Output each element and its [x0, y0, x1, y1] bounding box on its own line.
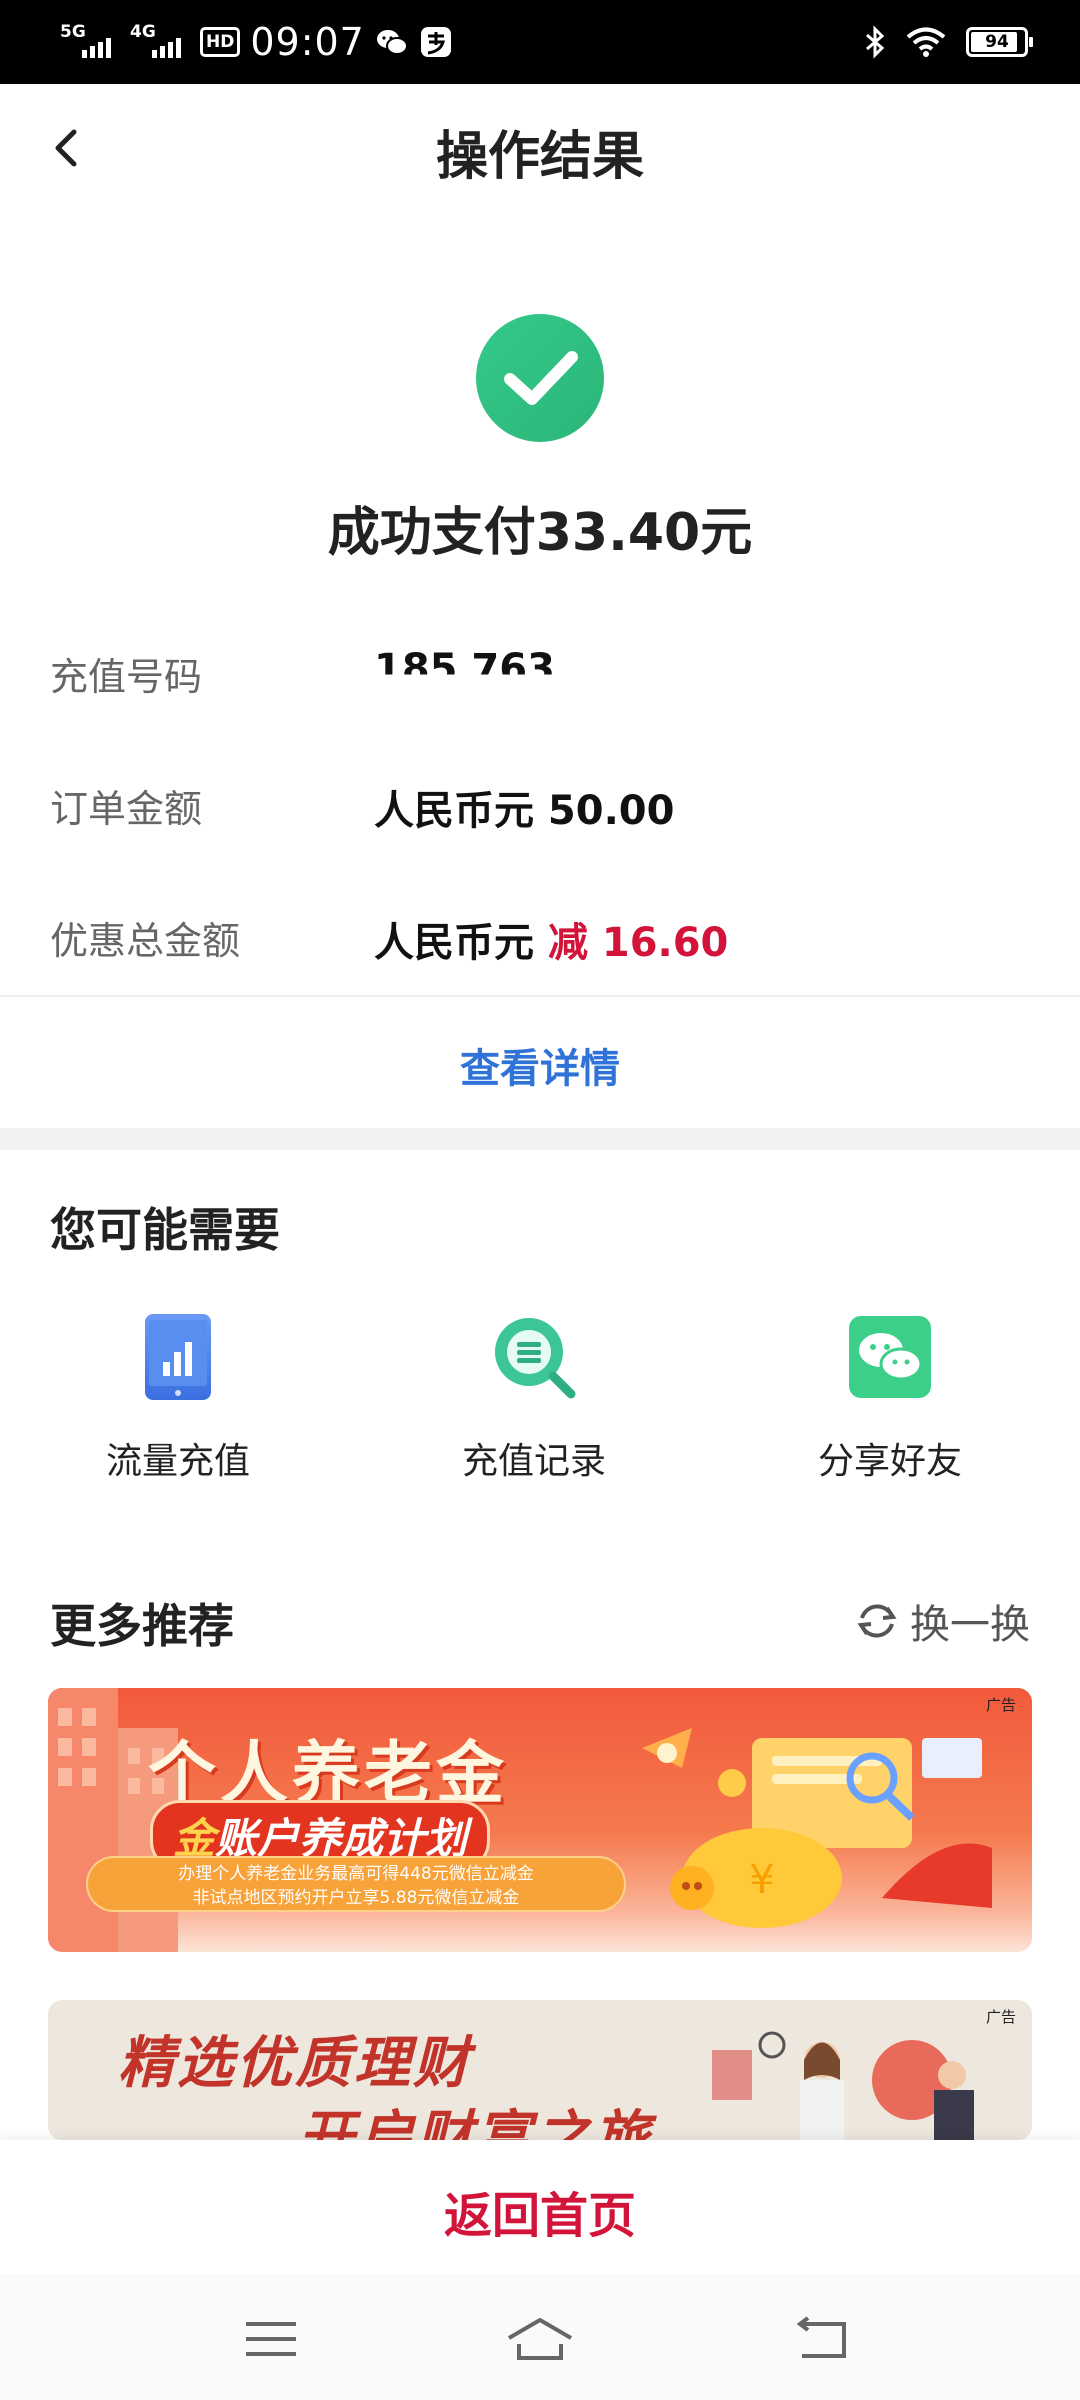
shortcut-share-friend[interactable]: 分享好友 — [760, 1300, 1020, 1490]
phone-data-icon — [145, 1314, 211, 1400]
status-time: 09:07 — [250, 20, 365, 64]
promo-line: 办理个人养老金业务最高可得448元微信立减金 — [178, 1864, 534, 1884]
status-bar: 5G 4G HD 09:07 94 — [0, 0, 1080, 84]
refresh-label: 换一换 — [910, 1602, 1030, 1648]
record-search-icon — [495, 1318, 576, 1399]
payment-success-message: 成功支付33.40元 — [327, 503, 753, 563]
signal-5g-icon: 5G — [60, 20, 120, 64]
piggy-bank-illustration: ¥ — [642, 1728, 992, 1928]
return-home-label: 返回首页 — [443, 2188, 636, 2244]
refresh-button[interactable]: 换一换 — [854, 1592, 1030, 1650]
banner-title: 精选优质理财 — [118, 2031, 472, 2096]
business-people-illustration — [712, 2031, 974, 2140]
menu-icon[interactable] — [236, 2314, 306, 2364]
hd-voice-icon: HD — [200, 27, 241, 57]
section-title-recommend: 更多推荐 — [50, 1599, 234, 1653]
info-row-phone: 充值号码 185 763 — [0, 628, 1080, 708]
discount-highlight: 减 16.60 — [547, 920, 729, 966]
section-title-suggestions: 您可能需要 — [50, 1203, 280, 1257]
back-nav-icon[interactable] — [788, 2314, 858, 2364]
shortcut-topup-history[interactable]: 充值记录 — [404, 1300, 664, 1490]
info-row-order-amount: 订单金额 人民币元 50.00 — [0, 760, 1080, 840]
divider — [0, 995, 1080, 997]
banner-title-line2: 开启财富之旅 — [298, 2105, 652, 2140]
wechat-notification-icon — [376, 30, 408, 55]
wifi-icon — [906, 27, 946, 57]
return-home-button[interactable]: 返回首页 — [0, 2140, 1080, 2274]
pension-ad-banner[interactable]: 广告 个人养老金 金账户养成计划 办理个人养老金业务最高可得448元微信立减金 … — [48, 1688, 1032, 1952]
alipay-notification-icon — [420, 27, 451, 57]
wechat-icon — [849, 1316, 931, 1398]
phone-number-value: 185 763 — [374, 646, 555, 692]
system-navigation-bar — [0, 2274, 1080, 2400]
bluetooth-icon — [866, 25, 885, 59]
battery-level: 94 — [985, 32, 1009, 52]
row-label: 订单金额 — [50, 787, 203, 831]
refresh-icon — [857, 1604, 897, 1638]
banner-promo-text: 办理个人养老金业务最高可得448元微信立减金 非试点地区预约开户立享5.88元微… — [86, 1856, 626, 1912]
svg-text:¥: ¥ — [749, 1857, 774, 1903]
page-title: 操作结果 — [435, 128, 644, 186]
order-amount-value: 人民币元 50.00 — [374, 788, 675, 834]
battery-icon: 94 — [966, 27, 1033, 57]
row-label: 优惠总金额 — [50, 919, 241, 963]
shortcut-data-topup[interactable]: 流量充值 — [48, 1300, 308, 1490]
currency-label: 人民币元 — [374, 920, 548, 966]
section-separator — [0, 1128, 1080, 1150]
success-check-icon — [476, 314, 604, 442]
shortcut-label: 流量充值 — [105, 1441, 250, 1482]
page-header: 操作结果 — [0, 84, 1080, 210]
info-row-discount: 优惠总金额 人民币元 减 16.60 — [0, 892, 1080, 972]
wealth-ad-banner[interactable]: 广告 精选优质理财 开启财富之旅 — [48, 2000, 1032, 2140]
signal-4g-icon: 4G — [130, 20, 190, 64]
shortcut-label: 充值记录 — [461, 1441, 606, 1482]
row-label: 充值号码 — [50, 655, 203, 699]
discount-amount-value: 人民币元 减 16.60 — [374, 910, 728, 968]
view-details-link[interactable]: 查看详情 — [0, 1036, 1080, 1094]
shortcut-label: 分享好友 — [817, 1441, 962, 1482]
promo-line: 非试点地区预约开户立享5.88元微信立减金 — [192, 1888, 520, 1908]
home-icon[interactable] — [505, 2314, 575, 2364]
